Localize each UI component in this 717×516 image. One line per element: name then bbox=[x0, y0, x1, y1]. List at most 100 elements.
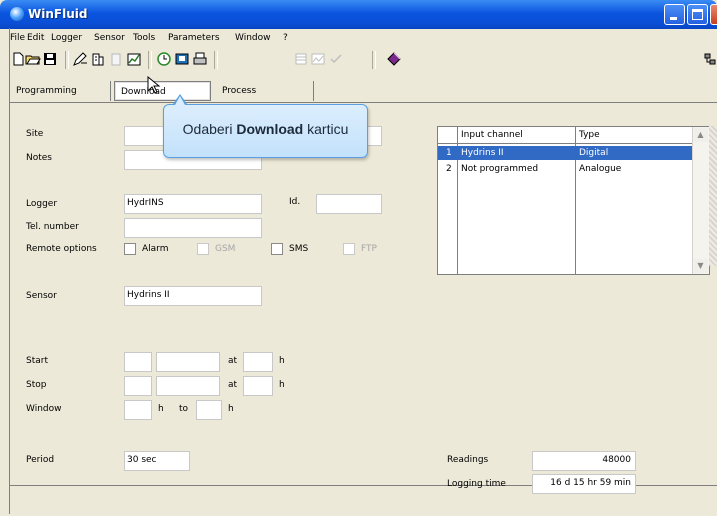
minimize-button[interactable] bbox=[664, 4, 685, 25]
menu-help[interactable]: ? bbox=[283, 33, 288, 43]
tab-programming[interactable]: Programming bbox=[10, 81, 111, 101]
print-icon[interactable] bbox=[192, 51, 208, 67]
window-to-field[interactable] bbox=[196, 400, 222, 420]
logging-time-field: 16 d 15 hr 59 min bbox=[532, 474, 636, 494]
grid-scrollbar[interactable]: ▲ ▼ bbox=[692, 127, 709, 274]
logger-field[interactable]: HydrINS bbox=[124, 194, 262, 214]
network-icon[interactable] bbox=[702, 51, 717, 67]
alarm-checkbox[interactable] bbox=[124, 243, 136, 255]
start-day-field[interactable] bbox=[124, 352, 152, 372]
logging-time-label: Logging time bbox=[447, 479, 506, 489]
stop-at-label: at bbox=[228, 380, 238, 390]
menu-window[interactable]: Window bbox=[235, 33, 271, 43]
window-from-h-label: h bbox=[158, 404, 164, 414]
stop-date-field[interactable] bbox=[156, 376, 220, 396]
channel-grid: Input channel Type 1 Hydrins II Digital … bbox=[437, 126, 710, 275]
close-button[interactable] bbox=[710, 4, 717, 25]
stop-hour-field[interactable] bbox=[243, 376, 273, 396]
open-folder-icon[interactable] bbox=[25, 51, 41, 67]
alarm-label: Alarm bbox=[142, 244, 169, 254]
row1-type[interactable]: Digital bbox=[579, 148, 608, 158]
edit-pen-icon[interactable] bbox=[72, 51, 88, 67]
minimize-icon bbox=[670, 17, 677, 20]
period-field[interactable]: 30 sec bbox=[124, 451, 190, 471]
start-at-label: at bbox=[228, 356, 238, 366]
row2-type[interactable]: Analogue bbox=[579, 164, 621, 174]
logger-label: Logger bbox=[26, 199, 58, 209]
graph-disabled-icon[interactable] bbox=[310, 51, 326, 67]
logger-config-icon[interactable] bbox=[90, 51, 106, 67]
row2-num: 2 bbox=[446, 164, 452, 174]
mouse-cursor-icon bbox=[147, 76, 161, 94]
sms-checkbox[interactable] bbox=[271, 243, 283, 255]
menu-tools[interactable]: Tools bbox=[133, 33, 155, 43]
tooltip-text: Odaberi Download karticu bbox=[164, 121, 367, 137]
table-disabled-icon[interactable] bbox=[293, 51, 309, 67]
sensor-field[interactable]: Hydrins II bbox=[124, 286, 262, 306]
tab-download[interactable]: Download bbox=[114, 81, 211, 101]
sms-label: SMS bbox=[289, 244, 309, 254]
stop-h-label: h bbox=[279, 380, 285, 390]
header-type[interactable]: Type bbox=[579, 130, 600, 140]
title-bar: WinFluid bbox=[0, 0, 717, 29]
start-date-field[interactable] bbox=[156, 352, 220, 372]
gsm-checkbox[interactable] bbox=[197, 243, 209, 255]
ftp-checkbox[interactable] bbox=[343, 243, 355, 255]
window-left-border bbox=[9, 28, 10, 514]
tooltip-callout: Odaberi Download karticu bbox=[163, 104, 368, 158]
clock-icon[interactable] bbox=[156, 51, 172, 67]
menu-logger[interactable]: Logger bbox=[51, 33, 82, 43]
stop-label: Stop bbox=[26, 380, 47, 390]
window-title: WinFluid bbox=[28, 7, 88, 21]
window-from-field[interactable] bbox=[124, 400, 152, 420]
panel-edge-hatch bbox=[709, 126, 717, 266]
toolbar-separator bbox=[372, 51, 376, 69]
tooltip-bold: Download bbox=[236, 121, 304, 137]
remote-options-label: Remote options bbox=[26, 244, 97, 254]
stop-day-field[interactable] bbox=[124, 376, 152, 396]
tab-strip: Programming Download Process bbox=[10, 78, 717, 103]
menu-parameters[interactable]: Parameters bbox=[168, 33, 220, 43]
tel-number-label: Tel. number bbox=[26, 222, 79, 232]
tooltip-tail-inner bbox=[175, 96, 185, 105]
maximize-button[interactable] bbox=[687, 4, 708, 25]
scroll-down-icon[interactable]: ▼ bbox=[693, 259, 708, 273]
save-icon[interactable] bbox=[42, 51, 58, 67]
tooltip-suffix: karticu bbox=[303, 121, 349, 137]
device-icon[interactable] bbox=[174, 51, 190, 67]
toolbar-separator bbox=[148, 51, 152, 69]
gsm-label: GSM bbox=[215, 244, 236, 254]
maximize-icon bbox=[692, 9, 703, 20]
row1-channel[interactable]: Hydrins II bbox=[461, 148, 504, 158]
start-hour-field[interactable] bbox=[243, 352, 273, 372]
book-icon[interactable] bbox=[386, 51, 402, 67]
check-disabled-icon[interactable] bbox=[328, 51, 344, 67]
chart-upload-icon[interactable] bbox=[126, 51, 142, 67]
toolbar bbox=[10, 48, 717, 72]
window-to-label: to bbox=[179, 404, 189, 414]
menu-file[interactable]: File bbox=[10, 33, 25, 43]
readings-label: Readings bbox=[447, 455, 489, 465]
site-label: Site bbox=[26, 129, 44, 139]
window-to-h-label: h bbox=[228, 404, 234, 414]
row2-channel[interactable]: Not programmed bbox=[461, 164, 538, 174]
readings-field: 48000 bbox=[532, 451, 636, 471]
header-input-channel[interactable]: Input channel bbox=[461, 130, 523, 140]
sensor-label: Sensor bbox=[26, 291, 57, 301]
sensor-disabled-icon[interactable] bbox=[108, 51, 124, 67]
tel-number-field[interactable] bbox=[124, 218, 262, 238]
tab-process[interactable]: Process bbox=[216, 81, 314, 101]
id-field[interactable] bbox=[316, 194, 382, 214]
ftp-label: FTP bbox=[361, 244, 377, 254]
id-label: Id. bbox=[289, 197, 301, 207]
scroll-up-icon[interactable]: ▲ bbox=[693, 128, 708, 142]
tooltip-prefix: Odaberi bbox=[182, 121, 237, 137]
start-label: Start bbox=[26, 356, 48, 366]
menu-sensor[interactable]: Sensor bbox=[94, 33, 125, 43]
period-label: Period bbox=[26, 455, 55, 465]
new-file-icon[interactable] bbox=[10, 51, 26, 67]
app-icon bbox=[10, 7, 24, 21]
notes-label: Notes bbox=[26, 153, 52, 163]
menu-edit[interactable]: Edit bbox=[27, 33, 44, 43]
row1-num: 1 bbox=[446, 148, 452, 158]
